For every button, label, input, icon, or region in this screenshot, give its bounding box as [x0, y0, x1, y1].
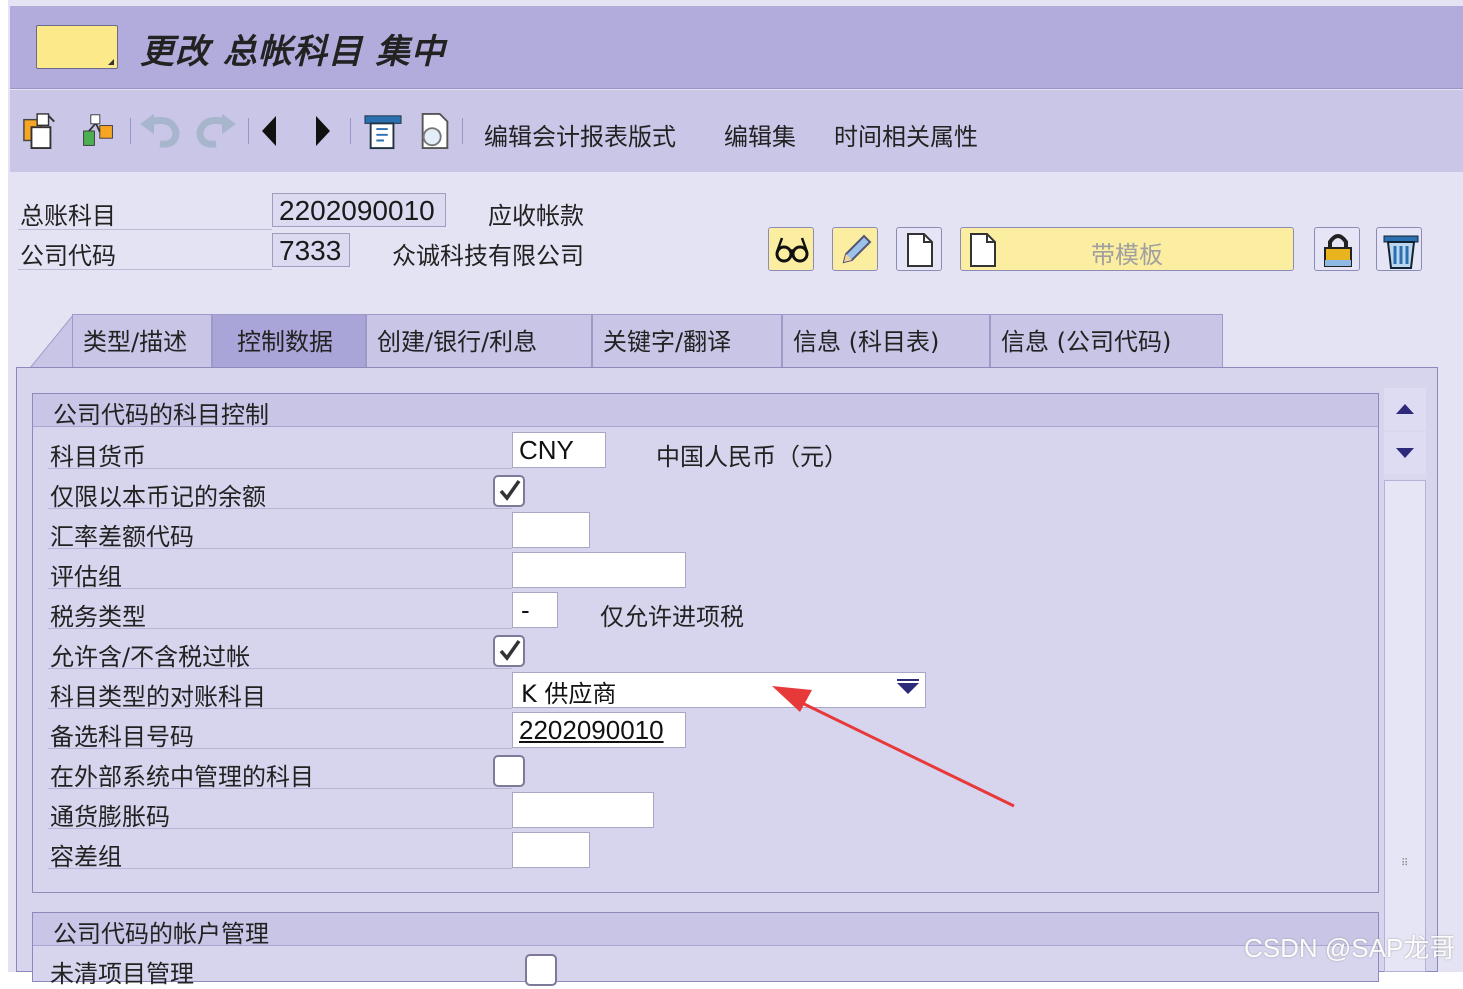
account-control-title: 公司代码的科目控制: [53, 401, 269, 429]
glasses-icon: [775, 237, 809, 263]
create-with-template-label: 带模板: [1091, 241, 1163, 269]
tab-control-data[interactable]: 控制数据: [212, 314, 366, 368]
tab-keyword-translation[interactable]: 关键字/翻译: [592, 314, 782, 368]
tolerance-group-input[interactable]: [512, 832, 590, 868]
row-underline: [48, 508, 512, 509]
tab-info-chart-of-accounts[interactable]: 信息 (科目表): [782, 314, 990, 368]
tax-category-input[interactable]: -: [512, 592, 558, 628]
toolbar-separator: [130, 118, 131, 144]
company-code-description: 众诚科技有限公司: [392, 242, 584, 270]
company-code-label: 公司代码: [20, 242, 116, 270]
application-toolbar: 编辑会计报表版式 编辑集 时间相关属性: [10, 90, 1463, 172]
recon-account-selected-value: K 供应商: [521, 680, 617, 708]
company-code-field[interactable]: 7333: [272, 233, 350, 267]
caret-down-icon: [1396, 448, 1414, 458]
redo-icon[interactable]: [192, 112, 238, 150]
hierarchy-icon[interactable]: [80, 112, 116, 150]
document-search-icon[interactable]: [414, 112, 456, 150]
valuation-group-label: 评估组: [50, 563, 122, 591]
row-underline: [48, 708, 512, 709]
annotation-arrow-icon: [772, 686, 1015, 808]
row-underline: [48, 588, 512, 589]
account-currency-input[interactable]: CNY: [512, 432, 606, 468]
account-management-title: 公司代码的帐户管理: [53, 920, 269, 948]
tolerance-group-label: 容差组: [50, 843, 122, 871]
row-underline: [48, 868, 512, 869]
window-title: 更改 总帐科目 集中: [140, 32, 446, 72]
only-local-balances-checkbox[interactable]: [493, 475, 525, 507]
toolbar-separator: [248, 118, 249, 144]
vertical-scrollbar[interactable]: ⠿: [1384, 388, 1426, 972]
new-document-icon: [907, 233, 933, 267]
exchange-rate-diff-label: 汇率差额代码: [50, 523, 194, 551]
external-managed-label: 在外部系统中管理的科目: [50, 763, 314, 791]
time-dependent-attributes-link[interactable]: 时间相关属性: [834, 117, 978, 152]
recon-account-label: 科目类型的对账科目: [50, 683, 266, 711]
inflation-key-input[interactable]: [512, 792, 654, 828]
checkmark-icon: [499, 639, 521, 661]
gl-account-label: 总账科目: [20, 202, 116, 230]
tab-info-company-code[interactable]: 信息 (公司代码): [990, 314, 1223, 368]
edit-set-link[interactable]: 编辑集: [724, 117, 796, 152]
row-underline: [48, 788, 512, 789]
grip-icon: ⠿: [1401, 858, 1409, 869]
display-change-icon[interactable]: [22, 112, 58, 150]
undo-icon[interactable]: [138, 112, 184, 150]
caret-up-icon: [1396, 404, 1414, 414]
gl-account-field[interactable]: 2202090010: [272, 193, 446, 227]
account-currency-label: 科目货币: [50, 443, 146, 471]
exchange-rate-diff-input[interactable]: [512, 512, 590, 548]
alt-account-input[interactable]: 2202090010: [512, 712, 686, 748]
tab-strip-left-edge: [30, 314, 74, 368]
tab-type-description[interactable]: 类型/描述: [72, 314, 212, 368]
field-underline: [18, 269, 272, 270]
scroll-down-button[interactable]: [1384, 432, 1426, 474]
row-underline: [48, 548, 512, 549]
edit-fs-version-link[interactable]: 编辑会计报表版式: [484, 117, 676, 152]
pencil-icon: [842, 234, 872, 264]
group-header: 公司代码的帐户管理: [33, 913, 1378, 948]
tax-category-label: 税务类型: [50, 603, 146, 631]
row-underline: [48, 668, 512, 669]
lock-icon: [1324, 234, 1352, 267]
watermark: CSDN @SAP龙哥: [1244, 933, 1456, 963]
trash-icon: [1383, 235, 1419, 269]
external-managed-checkbox[interactable]: [493, 755, 525, 787]
scroll-up-button[interactable]: [1384, 388, 1426, 430]
valuation-group-input[interactable]: [512, 552, 686, 588]
tab-create-bank-interest[interactable]: 创建/银行/利息: [366, 314, 592, 368]
posting-without-tax-label: 允许含/不含税过帐: [50, 643, 251, 671]
group-header: 公司代码的科目控制: [33, 394, 1378, 429]
toolbar-separator: [350, 118, 351, 144]
transaction-menu-icon[interactable]: [36, 25, 118, 69]
alt-account-label: 备选科目号码: [50, 723, 194, 751]
change-button[interactable]: [832, 227, 878, 271]
only-local-balances-label: 仅限以本币记的余额: [50, 483, 266, 511]
toolbar-separator: [462, 118, 463, 144]
row-underline: [48, 468, 512, 469]
account-currency-description: 中国人民币（元）: [656, 443, 848, 471]
previous-icon[interactable]: [258, 112, 280, 150]
tax-category-description: 仅允许进项税: [600, 603, 744, 631]
create-button[interactable]: [896, 227, 942, 271]
next-icon[interactable]: [312, 112, 334, 150]
checkmark-icon: [499, 479, 521, 501]
block-button[interactable]: [1314, 227, 1360, 271]
where-used-icon[interactable]: [362, 112, 404, 150]
row-underline: [48, 828, 512, 829]
scrollbar-thumb[interactable]: ⠿: [1384, 480, 1426, 972]
field-underline: [18, 229, 272, 230]
row-underline: [48, 628, 512, 629]
posting-without-tax-checkbox[interactable]: [493, 635, 525, 667]
display-button[interactable]: [768, 227, 814, 271]
delete-button[interactable]: [1376, 227, 1422, 271]
open-item-management-checkbox[interactable]: [525, 954, 557, 986]
gl-account-description: 应收帐款: [488, 202, 584, 230]
create-with-template-button[interactable]: 带模板: [960, 227, 1294, 271]
title-bar: 更改 总帐科目 集中: [10, 6, 1463, 89]
row-underline: [48, 748, 512, 749]
inflation-key-label: 通货膨胀码: [50, 803, 170, 831]
